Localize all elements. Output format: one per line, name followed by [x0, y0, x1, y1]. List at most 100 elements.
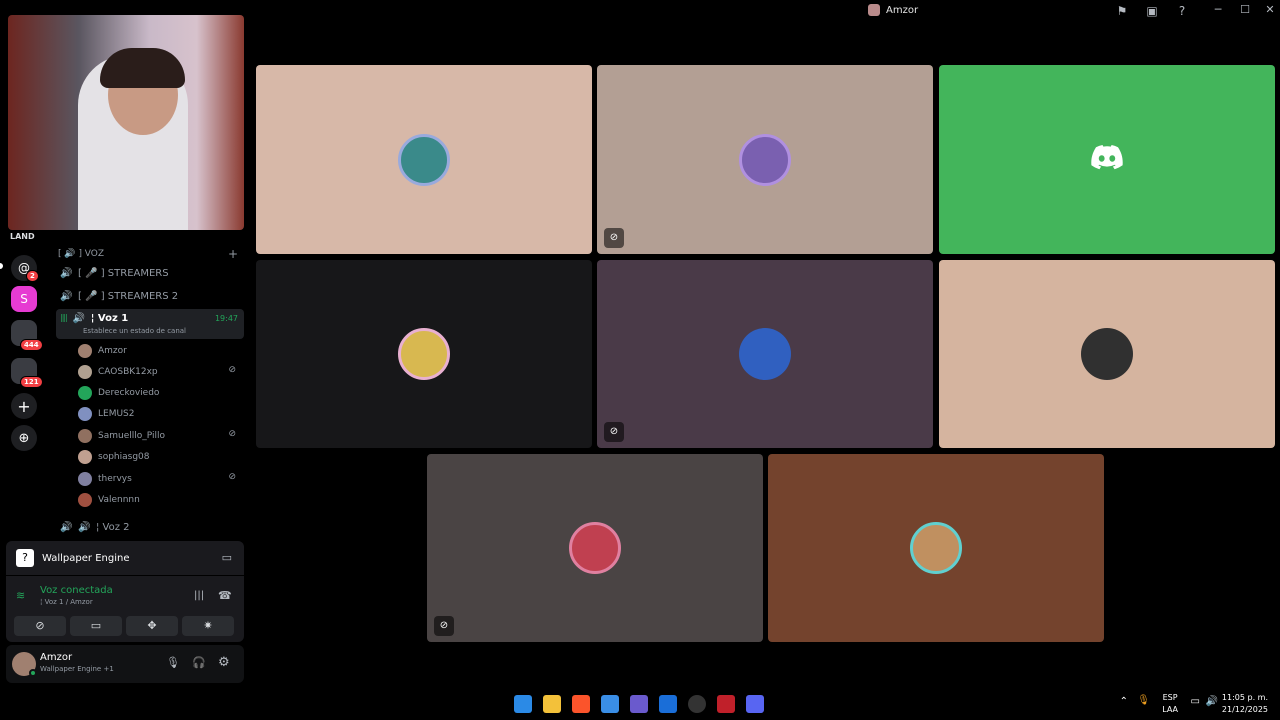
channel-streamers-2[interactable]: 🔊 [ 🎤 ] STREAMERS 2 — [56, 286, 244, 306]
network-icon[interactable]: ▭ — [1191, 696, 1200, 707]
audio-activity-icon: |||| — [60, 313, 68, 322]
settings-gear-icon[interactable]: ⚙ — [218, 655, 230, 670]
obs-icon[interactable] — [688, 695, 706, 713]
deafened-icon: ⊘ — [228, 429, 236, 439]
language-indicator[interactable]: ESP LAA — [1162, 692, 1178, 716]
channel-streamers[interactable]: 🔊 [ 🎤 ] STREAMERS — [56, 263, 244, 283]
mention-badge: 121 — [20, 376, 43, 388]
stream-screen-icon[interactable]: ▭ — [222, 551, 232, 564]
avatar — [78, 344, 92, 358]
deafened-icon: ⊘ — [228, 472, 236, 482]
username[interactable]: Amzor — [40, 652, 72, 663]
avatar — [78, 365, 92, 379]
discord-logo-icon — [1091, 145, 1123, 170]
user-activity: Wallpaper Engine +1 — [40, 665, 114, 673]
voice-member[interactable]: thervys ⊘ — [78, 469, 240, 489]
video-tile[interactable] — [939, 65, 1275, 254]
maximize-button[interactable]: ☐ — [1235, 2, 1255, 18]
voice-member[interactable]: CAOSBK12xp ⊘ — [78, 362, 240, 382]
voice-status[interactable]: Voz conectada — [40, 585, 113, 596]
voice-member[interactable]: Valennnn — [78, 490, 240, 510]
channel-list: [ 🔊 ] VOZ + 🔊 [ 🎤 ] STREAMERS 🔊 [ 🎤 ] ST… — [50, 230, 250, 540]
signal-icon: ≋ — [16, 589, 26, 602]
channel-timer: 19:47 — [214, 314, 238, 323]
voice-member[interactable]: Amzor — [78, 341, 240, 361]
microphone-icon[interactable]: 🎙 — [1137, 695, 1150, 706]
store-icon[interactable] — [601, 695, 619, 713]
soundboard-button[interactable]: ✷ — [182, 616, 234, 636]
speaker-icon: 🔊 — [78, 521, 91, 533]
avatar — [739, 328, 791, 380]
share-screen-button[interactable]: ▭ — [70, 616, 122, 636]
add-server-icon[interactable]: + — [11, 393, 37, 419]
chevron-up-icon[interactable]: ⌃ — [1120, 696, 1128, 707]
activity-title: Wallpaper Engine — [42, 552, 130, 564]
video-tile[interactable] — [768, 454, 1104, 642]
gamepad-icon[interactable] — [630, 695, 648, 713]
flag-icon[interactable]: ⚑ — [1114, 3, 1130, 19]
microphone-icon[interactable]: 🎙 — [166, 656, 180, 669]
camera-off-button[interactable]: ⊘ — [14, 616, 66, 636]
avatar — [78, 472, 92, 486]
person-hair — [100, 48, 185, 88]
mention-badge: 2 — [26, 270, 39, 282]
system-clock[interactable]: 11:05 p. m. 21/12/2025 — [1222, 692, 1268, 716]
mention-badge: 444 — [20, 339, 43, 351]
video-tile[interactable]: ⊘ — [597, 65, 933, 254]
app-icon: ? — [16, 549, 34, 567]
discover-icon[interactable]: ⊕ — [11, 425, 37, 451]
server-icon-2[interactable]: S — [11, 286, 37, 312]
channel-voz-1[interactable]: |||| 🔊 ¦ Voz 1 19:47 Establece un estado… — [56, 309, 244, 339]
voice-member[interactable]: Samuelllo_Pillo ⊘ — [78, 426, 240, 446]
video-tile[interactable]: ⊘ — [597, 260, 933, 448]
avatar — [78, 493, 92, 507]
deafened-icon: ⊘ — [604, 228, 624, 248]
streaming-app-icon[interactable] — [717, 695, 735, 713]
avatar — [78, 407, 92, 421]
voice-member[interactable]: LEMUS2 — [78, 404, 240, 424]
video-tile[interactable] — [939, 260, 1275, 448]
deafened-icon: ⊘ — [434, 616, 454, 636]
title-bar: Amzor ⚑ ▣ ? ─ ☐ ✕ — [250, 0, 1280, 22]
video-tile[interactable] — [256, 260, 592, 448]
windows-start-icon[interactable] — [514, 695, 532, 713]
avatar — [78, 386, 92, 400]
avatar — [739, 133, 791, 186]
avatar — [78, 429, 92, 443]
noise-suppression-icon[interactable]: ||| — [194, 590, 204, 601]
discord-taskbar-icon[interactable] — [746, 695, 764, 713]
speaker-icon: 🔊 — [72, 313, 86, 324]
add-channel-icon[interactable]: + — [228, 247, 238, 261]
channel-status[interactable]: Establece un estado de canal — [83, 327, 186, 335]
window-title: Amzor — [868, 4, 918, 16]
voice-category[interactable]: [ 🔊 ] VOZ — [58, 249, 104, 259]
avatar — [398, 328, 450, 380]
speaker-icon: 🔊 — [60, 290, 73, 302]
close-button[interactable]: ✕ — [1260, 2, 1280, 18]
avatar — [569, 522, 621, 574]
volume-icon[interactable]: 🔊 — [1206, 696, 1218, 707]
voice-member[interactable]: sophiasg08 — [78, 447, 240, 467]
video-tile[interactable]: ⊘ — [427, 454, 763, 642]
file-explorer-icon[interactable] — [543, 695, 561, 713]
activity-panel[interactable]: ? Wallpaper Engine ▭ — [6, 541, 244, 575]
headphones-icon[interactable]: 🎧 — [192, 656, 206, 669]
edge-icon[interactable] — [659, 695, 677, 713]
disconnect-icon[interactable]: ☎ — [218, 589, 232, 602]
webcam-overlay — [8, 15, 244, 230]
help-icon[interactable]: ? — [1174, 3, 1190, 19]
inbox-icon[interactable]: ▣ — [1144, 3, 1160, 19]
online-status-dot — [29, 669, 37, 677]
avatar — [1081, 328, 1133, 380]
speaker-icon: 🔊 — [60, 267, 73, 279]
minimize-button[interactable]: ─ — [1208, 2, 1228, 18]
brave-browser-icon[interactable] — [572, 695, 590, 713]
deafened-icon: ⊘ — [604, 422, 624, 442]
voice-member[interactable]: Dereckoviedo — [78, 383, 240, 403]
unread-pill — [0, 263, 3, 269]
voice-channel-path[interactable]: ¦ Voz 1 / Amzor — [40, 598, 93, 606]
activities-button[interactable]: ✥ — [126, 616, 178, 636]
video-tile[interactable] — [256, 65, 592, 254]
deafened-icon: ⊘ — [228, 365, 236, 375]
channel-voz-2[interactable]: 🔊 🔊 ¦ Voz 2 — [56, 517, 244, 537]
